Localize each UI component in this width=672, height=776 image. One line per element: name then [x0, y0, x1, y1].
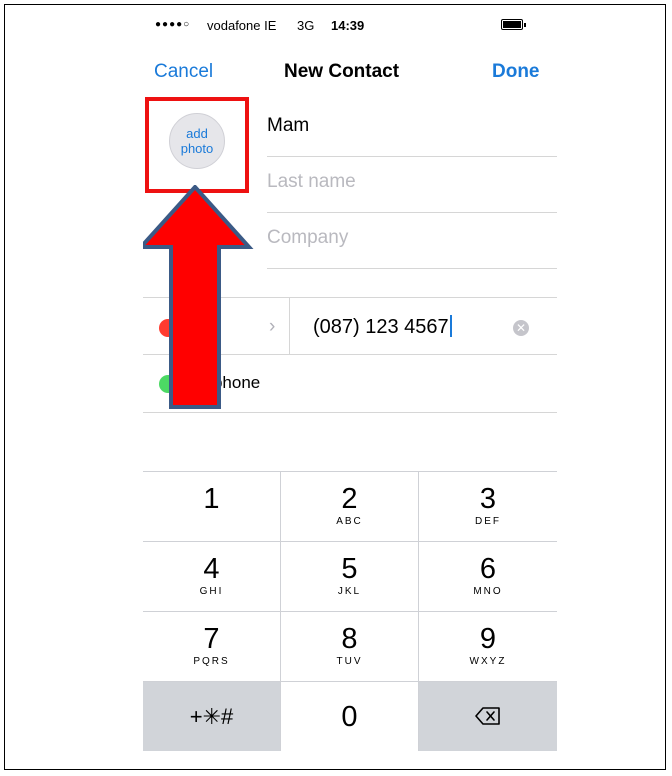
key-8[interactable]: 8 TUV [281, 612, 419, 682]
backspace-icon [475, 706, 501, 731]
done-button[interactable]: Done [492, 61, 540, 83]
key-symbols-label: +✳# [189, 704, 234, 729]
key-digit: 6 [479, 553, 497, 585]
key-6[interactable]: 6 MNO [419, 542, 557, 612]
navigation-bar: Cancel New Contact Done [143, 45, 557, 93]
key-letters: TUV [336, 656, 363, 667]
key-letters: ABC [336, 516, 363, 527]
key-1[interactable]: 1 [143, 472, 281, 542]
delete-button[interactable] [419, 682, 557, 751]
screenshot-frame: ●●●●○ vodafone IE 3G 14:39 Cancel New Co… [4, 4, 666, 770]
key-digit: 1 [203, 483, 220, 515]
key-digit: 7 [203, 623, 220, 655]
phone-number-input[interactable]: (087) 123 4567 [313, 315, 452, 339]
key-9[interactable]: 9 WXYZ [419, 612, 557, 682]
company-placeholder: Company [267, 227, 349, 248]
signal-strength-icon: ●●●●○ [155, 19, 191, 30]
carrier-name: vodafone IE [207, 18, 277, 33]
phone-number-value: (087) 123 4567 [313, 316, 449, 338]
company-field[interactable]: Company [267, 213, 557, 269]
key-letters: WXYZ [469, 656, 507, 667]
text-cursor [449, 315, 452, 337]
clear-icon[interactable]: ✕ [513, 320, 529, 336]
key-digit: 4 [203, 553, 220, 585]
annotation-highlight-box [145, 97, 249, 193]
key-letters: JKL [337, 586, 362, 597]
battery-icon [501, 19, 526, 30]
key-digit: 9 [479, 623, 497, 655]
first-name-value: Mam [267, 115, 310, 136]
key-symbols[interactable]: +✳# [143, 682, 281, 751]
cancel-button[interactable]: Cancel [154, 61, 213, 83]
key-0[interactable]: 0 [281, 682, 419, 751]
key-2[interactable]: 2 ABC [281, 472, 419, 542]
key-digit: 0 [341, 701, 358, 733]
chevron-right-icon: › [269, 316, 276, 337]
status-time: 14:39 [331, 18, 365, 33]
first-name-field[interactable]: Mam [267, 101, 557, 157]
key-letters: GHI [199, 586, 224, 597]
key-digit: 8 [341, 623, 358, 655]
last-name-placeholder: Last name [267, 171, 356, 192]
page-title: New Contact [284, 61, 400, 82]
key-4[interactable]: 4 GHI [143, 542, 281, 612]
key-digit: 5 [341, 553, 358, 585]
key-5[interactable]: 5 JKL [281, 542, 419, 612]
numeric-keypad: 1 2 ABC 3 DEF 4 GHI 5 JKL 6 MNO 7 PQRS 8 TUV 9W… [143, 471, 557, 751]
phone-screen: ●●●●○ vodafone IE 3G 14:39 Cancel New Co… [143, 9, 557, 751]
key-3[interactable]: 3 DEF [419, 472, 557, 542]
network-type: 3G [297, 18, 315, 33]
key-letters: MNO [473, 586, 503, 597]
key-digit: 3 [479, 483, 497, 515]
last-name-field[interactable]: Last name [267, 157, 557, 213]
key-7[interactable]: 7 PQRS [143, 612, 281, 682]
key-digit: 2 [341, 483, 358, 515]
divider [289, 298, 290, 354]
status-bar: ●●●●○ vodafone IE 3G 14:39 [143, 9, 557, 45]
key-letters: DEF [475, 516, 501, 527]
annotation-arrow [143, 185, 254, 409]
key-letters: PQRS [193, 656, 230, 667]
